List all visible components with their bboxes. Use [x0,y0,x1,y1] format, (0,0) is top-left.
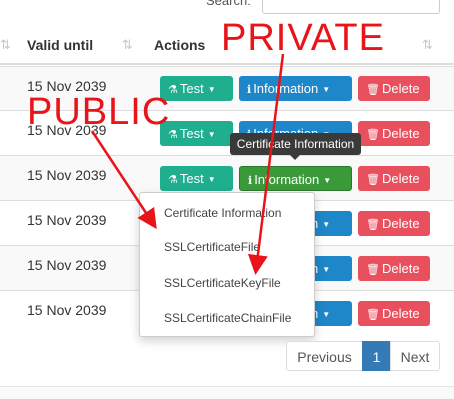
caret-down-icon: ▼ [207,175,216,184]
menu-item-ssl-certificate-file[interactable]: SSLCertificateFile [164,240,260,254]
delete-button[interactable]: 🗑 Delete [358,76,430,101]
test-button-label: Test [179,171,204,186]
sort-icon[interactable]: ⇅ [0,37,11,53]
sort-icon[interactable]: ⇅ [122,37,133,53]
test-button-label: Test [179,81,204,96]
information-button[interactable]: ℹInformation▼ [239,76,352,101]
column-header-valid-until[interactable]: Valid until [27,37,93,53]
next-page-button[interactable]: Next [390,341,440,371]
caret-down-icon: ▼ [323,176,332,185]
annotation-private: PRIVATE [221,17,385,59]
valid-until-cell: 15 Nov 2039 [27,257,107,273]
trash-icon: 🗑 [366,264,380,276]
tooltip: Certificate Information [230,133,361,160]
delete-button[interactable]: 🗑 Delete [358,166,430,191]
caret-down-icon: ▼ [322,310,331,319]
test-button[interactable]: ⚗ Test ▼ [160,76,233,101]
page-1-button[interactable]: 1 [362,341,391,371]
valid-until-cell: 15 Nov 2039 [27,302,107,318]
menu-item-ssl-certificate-chain-file[interactable]: SSLCertificateChainFile [164,311,291,325]
delete-button[interactable]: 🗑 Delete [358,301,430,326]
trash-icon: 🗑 [366,174,380,186]
trash-icon: 🗑 [366,219,380,231]
caret-down-icon: ▼ [207,85,216,94]
information-button[interactable]: ℹInformation▼ [239,166,352,191]
annotation-public: PUBLIC [27,91,171,133]
sort-icon[interactable]: ⇅ [422,37,433,53]
caret-down-icon: ▼ [322,265,331,274]
information-dropdown-menu: Certificate Information SSLCertificateFi… [139,192,315,337]
test-button[interactable]: ⚗ Test ▼ [160,121,233,146]
test-button-label: Test [179,126,204,141]
delete-button-label: Delete [381,171,420,186]
delete-button-label: Delete [381,216,420,231]
valid-until-cell: 15 Nov 2039 [27,212,107,228]
trash-icon: 🗑 [366,84,380,96]
caret-down-icon: ▼ [322,220,331,229]
delete-button[interactable]: 🗑 Delete [358,256,430,281]
menu-item-certificate-information[interactable]: Certificate Information [164,206,281,220]
info-icon: ℹ [248,175,253,187]
info-icon: ℹ [247,84,252,96]
flask-icon: ⚗ [168,174,178,186]
column-header-actions[interactable]: Actions [154,37,205,53]
menu-item-ssl-certificate-key-file[interactable]: SSLCertificateKeyFile [164,276,281,290]
caret-down-icon: ▼ [322,85,331,94]
trash-icon: 🗑 [366,129,380,141]
previous-page-button[interactable]: Previous [286,341,363,371]
trash-icon: 🗑 [366,309,380,321]
delete-button[interactable]: 🗑 Delete [358,121,430,146]
delete-button[interactable]: 🗑 Delete [358,211,430,236]
information-button-label: Information [254,172,320,187]
search-input[interactable] [262,0,440,14]
delete-button-label: Delete [381,81,420,96]
caret-down-icon: ▼ [207,130,216,139]
test-button[interactable]: ⚗ Test ▼ [160,166,233,191]
information-button-label: Information [253,81,319,96]
footer [0,386,454,399]
delete-button-label: Delete [381,261,420,276]
delete-button-label: Delete [381,126,420,141]
delete-button-label: Delete [381,306,420,321]
valid-until-cell: 15 Nov 2039 [27,167,107,183]
search-label: Search: [206,0,251,8]
